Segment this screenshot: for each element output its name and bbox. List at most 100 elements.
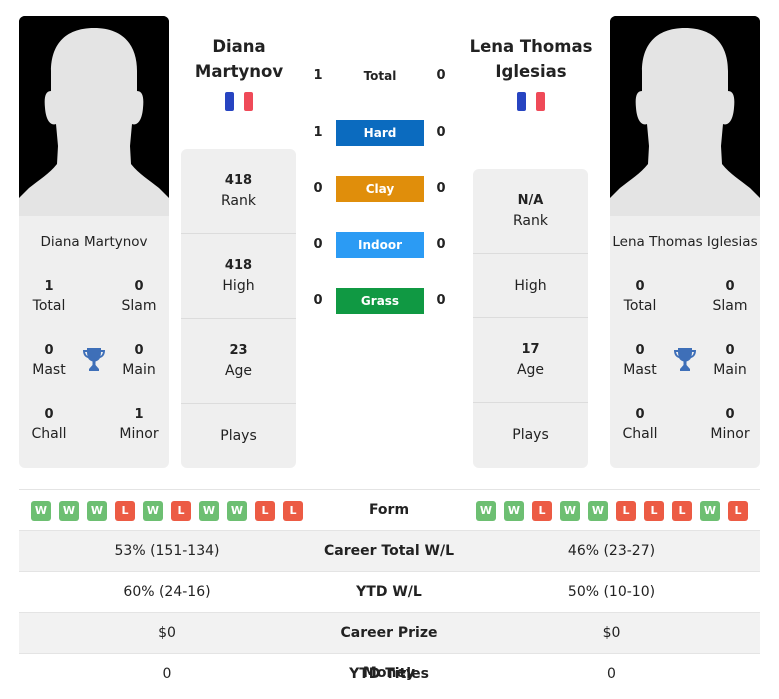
trophy-icon <box>83 348 105 371</box>
player1-titles-slam: 0 Slam <box>109 278 169 316</box>
surface-label-total: Total <box>363 69 397 83</box>
france-flag-icon <box>225 92 253 111</box>
player1-titles-mast: 0 Mast <box>19 342 79 380</box>
player2-photo <box>610 16 760 216</box>
silhouette-icon <box>19 16 169 216</box>
player1-age: 23 Age <box>181 319 296 404</box>
player1-value: 0 <box>313 181 323 196</box>
label: High <box>514 278 547 294</box>
player2-value: 0 <box>436 68 446 83</box>
label: Plays <box>220 428 257 444</box>
surface-badge-hard[interactable]: Hard <box>336 120 424 146</box>
player1-value: 1 <box>313 125 323 140</box>
form-badge-win[interactable]: W <box>199 501 219 521</box>
value: 0 <box>134 279 144 294</box>
form-badge-win[interactable]: W <box>227 501 247 521</box>
form-badge-win[interactable]: W <box>87 501 107 521</box>
form-badge-loss[interactable]: L <box>115 501 135 521</box>
player2-value: 0 <box>436 181 446 196</box>
player1-plays: Plays <box>181 404 296 468</box>
player2-titles-slam: 0 Slam <box>700 278 760 316</box>
form-badge-loss[interactable]: L <box>672 501 692 521</box>
form-badge-win[interactable]: W <box>588 501 608 521</box>
form-badge-loss[interactable]: L <box>171 501 191 521</box>
form-badge-loss[interactable]: L <box>644 501 664 521</box>
career-prize-money-row: $0 Career Prize Money $0 <box>19 613 760 681</box>
value: 1 <box>134 407 144 422</box>
player1-name-heading[interactable]: Diana Martynov <box>174 34 304 84</box>
label: Age <box>224 363 253 379</box>
label: Chall <box>31 426 67 442</box>
player2-high: High <box>473 254 588 318</box>
player1-high: 418 High <box>181 234 296 319</box>
player2-titles-minor: 0 Minor <box>700 406 760 444</box>
player2-rank: N/A Rank <box>473 169 588 254</box>
silhouette-icon <box>610 16 760 216</box>
form-badge-win[interactable]: W <box>59 501 79 521</box>
row-label: Career Total W/L <box>324 543 454 559</box>
form-badge-win[interactable]: W <box>31 501 51 521</box>
value: 0 <box>725 407 735 422</box>
player1-form-list: WWWLWLWWLL <box>31 501 303 521</box>
player2-name-heading[interactable]: Lena Thomas Iglesias <box>466 34 596 84</box>
h2h-row-clay: 0 Clay 0 <box>300 176 460 202</box>
form-badge-win[interactable]: W <box>504 501 524 521</box>
value: 0 <box>725 343 735 358</box>
value: 0 <box>635 407 645 422</box>
player1-titles-minor: 1 Minor <box>109 406 169 444</box>
player2-titles-mast: 0 Mast <box>610 342 670 380</box>
form-badge-loss[interactable]: L <box>728 501 748 521</box>
label: Rank <box>221 193 256 209</box>
player2-value: $0 <box>602 625 621 641</box>
h2h-row-indoor: 0 Indoor 0 <box>300 232 460 258</box>
player1-value: 60% (24-16) <box>123 584 211 600</box>
form-badge-loss[interactable]: L <box>255 501 275 521</box>
label: Mast <box>32 362 66 378</box>
player1-titles-main: 0 Main <box>109 342 169 380</box>
player2-titles-chall: 0 Chall <box>610 406 670 444</box>
value: 0 <box>725 279 735 294</box>
player2-value: 0 <box>436 125 446 140</box>
value: 1 <box>44 279 54 294</box>
form-badge-win[interactable]: W <box>143 501 163 521</box>
h2h-row-total: 1 Total 0 <box>300 63 460 89</box>
label: Minor <box>119 426 159 442</box>
player1-name-label: Diana Martynov <box>40 234 148 250</box>
player2-name-label: Lena Thomas Iglesias <box>612 234 758 250</box>
player1-info-card: 418 Rank 418 High 23 Age Plays <box>181 149 296 468</box>
surface-badge-indoor[interactable]: Indoor <box>336 232 424 258</box>
form-badge-loss[interactable]: L <box>616 501 636 521</box>
form-badge-loss[interactable]: L <box>283 501 303 521</box>
france-flag-icon <box>517 92 545 111</box>
surface-badge-grass[interactable]: Grass <box>336 288 424 314</box>
player1-photo <box>19 16 169 216</box>
label: Chall <box>622 426 658 442</box>
surface-badge-clay[interactable]: Clay <box>336 176 424 202</box>
label: Slam <box>712 298 748 314</box>
label: High <box>222 278 255 294</box>
form-badge-win[interactable]: W <box>560 501 580 521</box>
label: Mast <box>623 362 657 378</box>
player1-titles-card: Diana Martynov 1 Total 0 Slam 0 Mast 0 M… <box>19 216 169 468</box>
player1-value: 0 <box>313 237 323 252</box>
value: 0 <box>44 343 54 358</box>
comparison-table: WWWLWLWWLL Form WWLWWLLLWL 53% (151-134)… <box>19 489 760 695</box>
value: 0 <box>44 407 54 422</box>
ytd-wl-row: 60% (24-16) YTD W/L 50% (10-10) <box>19 572 760 613</box>
player2-form-list: WWLWWLLLWL <box>476 501 748 521</box>
form-label: Form <box>368 502 410 518</box>
player1-value: 53% (151-134) <box>114 543 220 559</box>
label: Total <box>32 298 66 314</box>
label: Minor <box>710 426 750 442</box>
form-badge-win[interactable]: W <box>700 501 720 521</box>
form-badge-win[interactable]: W <box>476 501 496 521</box>
h2h-row-hard: 1 Hard 0 <box>300 120 460 146</box>
player2-titles-main: 0 Main <box>700 342 760 380</box>
label: Total <box>623 298 657 314</box>
form-badge-loss[interactable]: L <box>532 501 552 521</box>
label: Main <box>122 362 156 378</box>
player1-rank: 418 Rank <box>181 149 296 234</box>
value: 418 <box>224 173 253 188</box>
label: Slam <box>121 298 157 314</box>
player1-value: $0 <box>158 625 176 641</box>
